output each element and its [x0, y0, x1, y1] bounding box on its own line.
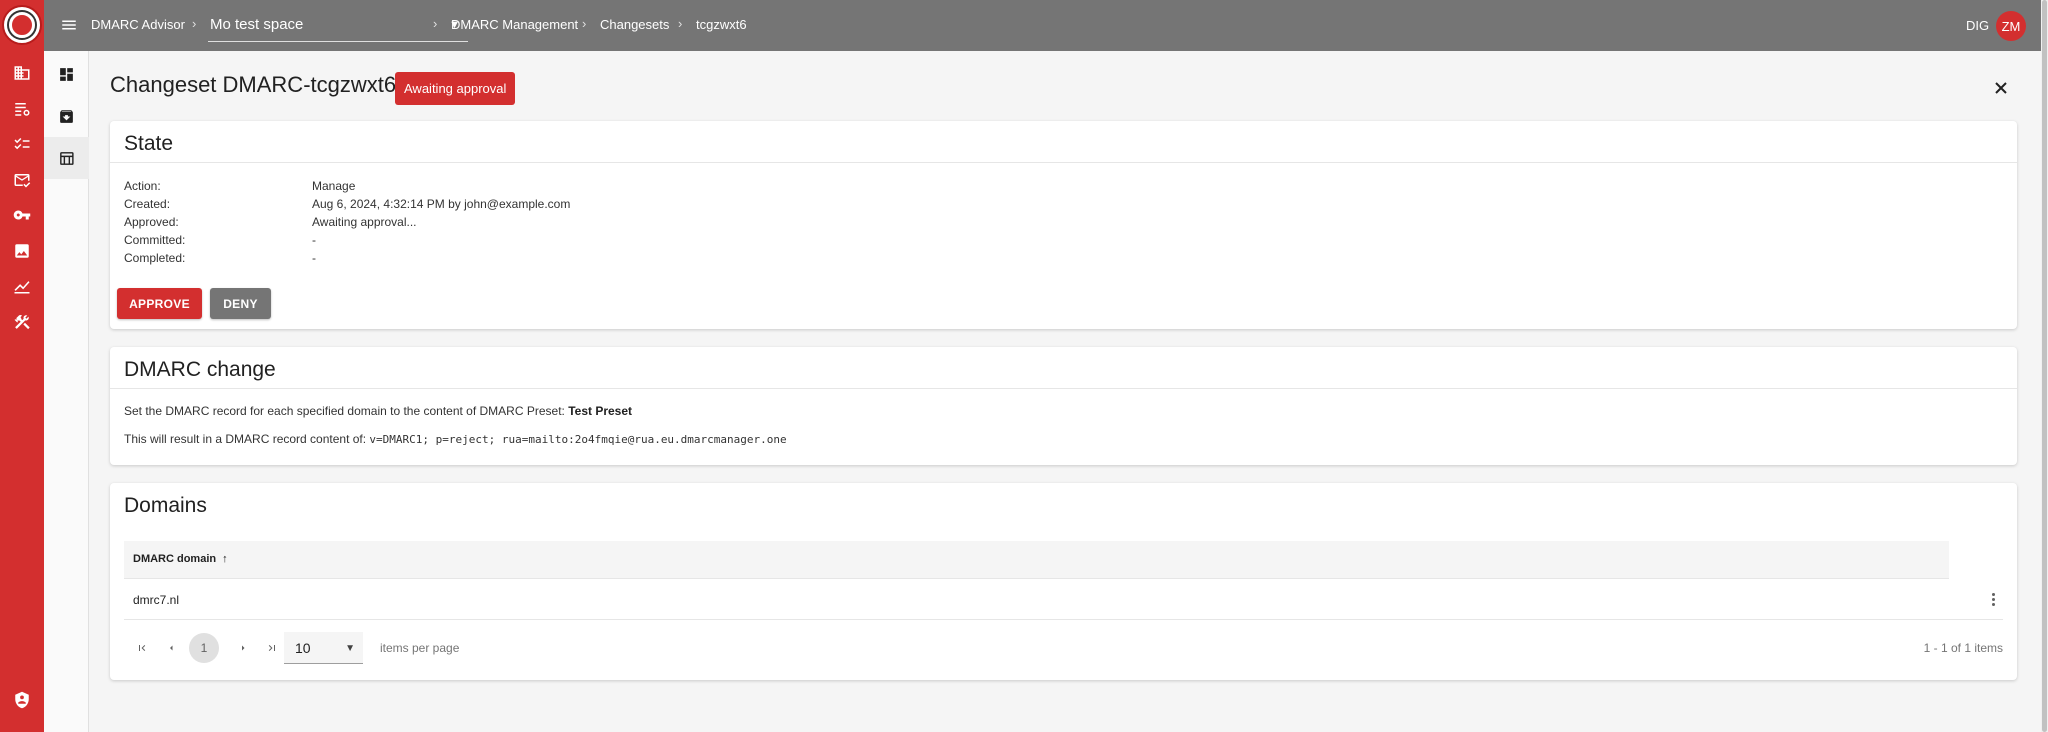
chevron-right-icon: › [678, 16, 683, 31]
column-header-dmarc-domain[interactable]: DMARC domain ↑ [133, 553, 228, 565]
range-label: 1 - 1 of 1 items [1923, 641, 2003, 655]
items-per-page-select[interactable]: 10 ▼ [284, 632, 363, 664]
state-value: Awaiting approval... [312, 215, 417, 229]
state-card: State Action: Manage Created: Aug 6, 202… [110, 121, 2017, 329]
paginator: 1 10 ▼ items per page 1 - 1 of 1 items [124, 632, 2003, 664]
space-selector[interactable]: Mo test space ▼ [208, 10, 468, 42]
state-row-committed: Committed: - [124, 231, 2003, 249]
avatar[interactable]: ZM [1996, 11, 2026, 41]
table-icon[interactable] [44, 137, 89, 179]
preset-description-text: Set the DMARC record for each specified … [124, 404, 569, 418]
state-label: Committed: [124, 233, 186, 247]
scrollbar-thumb[interactable] [2042, 0, 2047, 732]
state-value: - [312, 233, 316, 247]
page-number[interactable]: 1 [189, 633, 219, 663]
state-heading: State [110, 121, 2017, 163]
items-per-page-label: items per page [380, 641, 460, 655]
record-description: This will result in a DMARC record conte… [124, 432, 2003, 446]
sort-arrow-icon: ↑ [222, 553, 228, 565]
menu-icon[interactable] [58, 14, 80, 36]
more-vert-icon[interactable] [1986, 590, 2000, 608]
state-label: Created: [124, 197, 171, 211]
state-label: Approved: [124, 215, 179, 229]
vertical-scrollbar[interactable] [2041, 0, 2048, 732]
image-icon[interactable] [11, 240, 33, 262]
dashboard-icon[interactable] [44, 53, 89, 95]
dmarc-change-heading: DMARC change [110, 347, 2017, 389]
status-badge: Awaiting approval [395, 72, 516, 105]
breadcrumb-current: tcgzwxt6 [696, 17, 747, 32]
close-icon[interactable] [1992, 79, 2010, 97]
breadcrumb-dmarc-management[interactable]: DMARC Management [451, 17, 578, 32]
tools-icon[interactable] [11, 311, 33, 333]
space-selector-value: Mo test space [210, 16, 304, 33]
breadcrumb-changesets[interactable]: Changesets [600, 17, 669, 32]
state-value: - [312, 251, 316, 265]
chevron-right-icon: › [582, 16, 587, 31]
state-value: Manage [312, 179, 356, 193]
dmarc-logo-icon[interactable] [2, 5, 42, 45]
app-rail [0, 0, 44, 732]
preset-name: Test Preset [568, 404, 633, 418]
items-per-page-value: 10 [295, 640, 311, 656]
state-label: Completed: [124, 251, 186, 265]
approve-button[interactable]: APPROVE [117, 288, 202, 319]
state-row-created: Created: Aug 6, 2024, 4:32:14 PM by john… [124, 195, 2003, 213]
dmarc-change-card: DMARC change Set the DMARC record for ea… [110, 347, 2017, 465]
domains-card: Domains DMARC domain ↑ dmrc7.nl 1 10 ▼ it… [110, 483, 2017, 680]
state-row-action: Action: Manage [124, 177, 2003, 195]
last-page-icon[interactable] [264, 640, 280, 656]
chevron-right-icon: › [192, 16, 197, 31]
table-header: DMARC domain ↑ [124, 541, 1949, 579]
archive-icon[interactable] [44, 95, 89, 137]
state-row-completed: Completed: - [124, 249, 2003, 267]
record-description-text: This will result in a DMARC record conte… [124, 432, 370, 446]
state-label: Action: [124, 179, 161, 193]
deny-button[interactable]: DENY [210, 288, 271, 319]
chevron-right-icon: › [433, 16, 438, 31]
top-app-bar: DMARC Advisor › Mo test space ▼ › DMARC … [44, 0, 2041, 51]
domain-cell[interactable]: dmrc7.nl [133, 593, 179, 607]
section-sidebar [44, 51, 89, 732]
shield-user-icon[interactable] [11, 689, 33, 711]
preset-description: Set the DMARC record for each specified … [124, 404, 2003, 418]
state-row-approved: Approved: Awaiting approval... [124, 213, 2003, 231]
analytics-icon[interactable] [11, 275, 33, 297]
state-value: Aug 6, 2024, 4:32:14 PM by john@example.… [312, 197, 571, 211]
mail-check-icon[interactable] [11, 169, 33, 191]
domain-settings-icon[interactable] [11, 98, 33, 120]
page-title: Changeset DMARC-tcgzwxt6 [110, 72, 397, 97]
checklist-icon[interactable] [11, 133, 33, 155]
domains-icon[interactable] [11, 62, 33, 84]
next-page-icon[interactable] [235, 640, 251, 656]
key-icon[interactable] [11, 204, 33, 226]
org-label[interactable]: DIG [1966, 18, 1989, 33]
first-page-icon[interactable] [134, 640, 150, 656]
table-row[interactable]: dmrc7.nl [124, 579, 2003, 620]
dmarc-record: v=DMARC1; p=reject; rua=mailto:2o4fmqie@… [369, 433, 787, 446]
caret-down-icon: ▼ [345, 643, 355, 654]
domains-heading: Domains [124, 494, 207, 517]
previous-page-icon[interactable] [163, 640, 179, 656]
app-name-link[interactable]: DMARC Advisor [91, 17, 185, 32]
